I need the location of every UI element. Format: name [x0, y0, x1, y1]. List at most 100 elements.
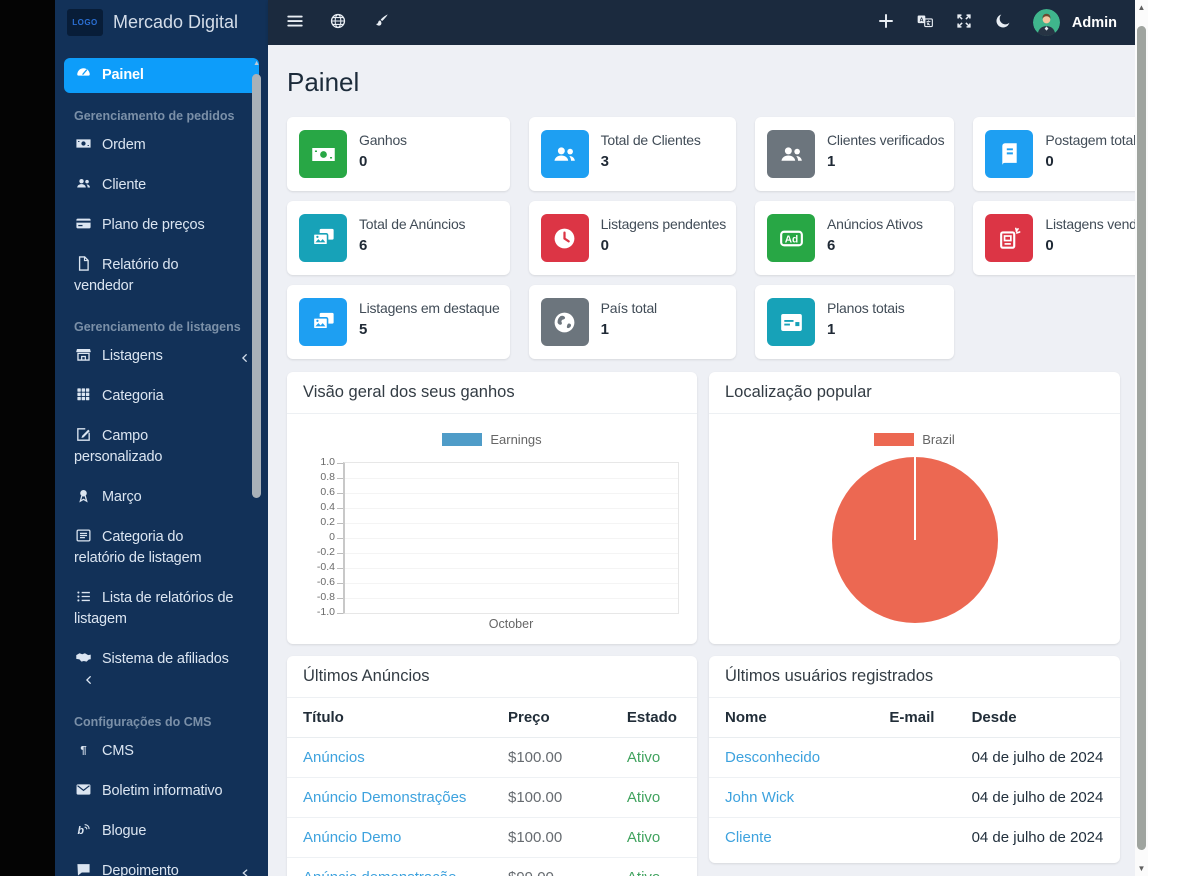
- file-icon: [74, 255, 93, 272]
- svg-text:A: A: [919, 17, 923, 23]
- theme-brush-button[interactable]: [372, 12, 390, 33]
- sidebar-item-ordem[interactable]: Ordem: [64, 128, 259, 163]
- stat-card-label: Listagens em destaque: [359, 300, 500, 316]
- gridline: [345, 598, 678, 599]
- legend-swatch: [442, 433, 482, 446]
- brand[interactable]: LOGO Mercado Digital: [55, 0, 268, 45]
- avatar[interactable]: [1033, 9, 1060, 36]
- translate-button[interactable]: A: [916, 12, 934, 33]
- sidebar-item-depoimento[interactable]: Depoimento: [64, 854, 259, 876]
- stat-cards-grid: Ganhos0Total de Clientes3Clientes verifi…: [287, 117, 1120, 359]
- gridline: [345, 568, 678, 569]
- row-cell: Ativo: [611, 818, 697, 858]
- location-chart-title: Localização popular: [709, 372, 1120, 414]
- sidebar-item-boletim-informativo[interactable]: Boletim informativo: [64, 774, 259, 809]
- charts-row: Visão geral dos seus ganhos Earnings 1.0…: [287, 372, 1120, 644]
- grid-icon: [74, 386, 93, 403]
- language-button[interactable]: [329, 12, 347, 33]
- sidebar-item-categoria[interactable]: Categoria: [64, 379, 259, 414]
- sidebar-scroll-thumb[interactable]: [252, 74, 261, 498]
- main-content: Painel Ganhos0Total de Clientes3Clientes…: [268, 45, 1135, 876]
- sidebar-item-blogue[interactable]: b Blogue: [64, 814, 259, 849]
- sidebar-item-plano-de-precos[interactable]: Plano de preços: [64, 208, 259, 243]
- latest-ads-title: Últimos Anúncios: [287, 656, 697, 698]
- sidebar-section-label: Gerenciamento de listagens: [64, 309, 259, 339]
- sidebar: LOGO Mercado Digital Painel Gerenciamento…: [55, 0, 268, 876]
- sidebar-item-painel[interactable]: Painel: [64, 58, 259, 93]
- svg-text:Ad: Ad: [784, 234, 797, 245]
- sidebar-scroll-up-icon[interactable]: ▲: [253, 60, 260, 67]
- sidebar-item-label: Blogue: [102, 823, 146, 839]
- earnings-legend: Earnings: [287, 414, 697, 447]
- sidebar-item-label: CMS: [102, 743, 134, 759]
- table-row: Anúncios$100.00Ativo: [287, 738, 697, 778]
- row-cell: $100.00: [492, 778, 611, 818]
- sidebar-item-label: Categoria: [102, 388, 164, 404]
- axis-tick: [337, 523, 343, 524]
- sidebar-item-sistema-de-afiliados[interactable]: Sistema de afiliados: [64, 642, 259, 699]
- row-cell: Ativo: [611, 858, 697, 876]
- sidebar-item-marco[interactable]: Março: [64, 480, 259, 515]
- sidebar-section-label: Gerenciamento de pedidos: [64, 98, 259, 128]
- menu-icon: [286, 12, 304, 33]
- add-button[interactable]: [877, 12, 895, 33]
- blog-icon: b: [74, 821, 93, 838]
- row-cell: [873, 738, 955, 778]
- row-link[interactable]: Cliente: [709, 818, 873, 858]
- sidebar-item-cms[interactable]: ¶ CMS: [64, 734, 259, 769]
- stat-card-value: 3: [601, 153, 701, 170]
- stat-card-value: 0: [601, 237, 726, 254]
- images-icon: [299, 214, 347, 262]
- plans-icon: [767, 298, 815, 346]
- y-axis-tick-label: 0: [297, 531, 335, 543]
- user-menu[interactable]: Admin: [1072, 15, 1117, 31]
- scroll-thumb[interactable]: [1137, 26, 1146, 850]
- row-cell: 04 de julho de 2024: [956, 818, 1120, 858]
- sidebar-item-listagens[interactable]: Listagens: [64, 339, 259, 374]
- row-link[interactable]: Desconhecido: [709, 738, 873, 778]
- legend-label: Brazil: [922, 432, 955, 447]
- scroll-up-icon[interactable]: ▲: [1135, 3, 1148, 12]
- fullscreen-button[interactable]: [955, 12, 973, 33]
- table-header-row: NomeE-mailDesde: [709, 698, 1120, 738]
- plot-area: [343, 462, 679, 614]
- menu-toggle-button[interactable]: [286, 12, 304, 33]
- stat-card-clientes-verificados: Clientes verificados1: [755, 117, 954, 191]
- edit-icon: [74, 426, 93, 443]
- row-link[interactable]: Anúncios: [287, 738, 492, 778]
- row-link[interactable]: Anúncio demonstração: [287, 858, 492, 876]
- sidebar-item-label: Sistema de afiliados: [102, 651, 229, 667]
- stat-card-listagens-em-destaque: Listagens em destaque5: [287, 285, 510, 359]
- chevron-left-icon: [240, 349, 250, 370]
- axis-tick: [337, 583, 343, 584]
- axis-tick: [337, 553, 343, 554]
- svg-text:¶: ¶: [80, 745, 86, 757]
- y-axis-tick-label: 0.6: [297, 486, 335, 498]
- table-row: Anúncio Demo$100.00Ativo: [287, 818, 697, 858]
- axis-tick: [337, 598, 343, 599]
- sidebar-item-categoria-do-relatorio-de-listagem[interactable]: Categoria do relatório de listagem: [64, 520, 259, 576]
- y-axis-tick-label: 0.4: [297, 501, 335, 513]
- sidebar-item-label: Listagens: [102, 348, 163, 364]
- sidebar-item-relatorio-do-vendedor[interactable]: Relatório do vendedor: [64, 248, 259, 304]
- sidebar-section-label: Configurações do CMS: [64, 704, 259, 734]
- table-row: Desconhecido04 de julho de 2024: [709, 738, 1120, 778]
- sidebar-item-lista-de-relatorios-de-listagem[interactable]: Lista de relatórios de listagem: [64, 581, 259, 637]
- topbar: A Admin: [268, 0, 1135, 45]
- browser-scrollbar[interactable]: ▲ ▼: [1135, 0, 1148, 876]
- row-link[interactable]: Anúncio Demonstrações: [287, 778, 492, 818]
- chevron-down-icon: [240, 864, 250, 876]
- row-link[interactable]: John Wick: [709, 778, 873, 818]
- scroll-down-icon[interactable]: ▼: [1135, 864, 1148, 873]
- stat-card-value: 1: [827, 321, 905, 338]
- stat-card-anuncios-ativos: AdAnúncios Ativos6: [755, 201, 954, 275]
- location-chart-card: Localização popular Brazil: [709, 372, 1120, 644]
- sidebar-item-cliente[interactable]: Cliente: [64, 168, 259, 203]
- row-cell: [873, 778, 955, 818]
- paint-brush-icon: [372, 12, 390, 33]
- dark-mode-button[interactable]: [994, 12, 1012, 33]
- row-link[interactable]: Anúncio Demo: [287, 818, 492, 858]
- sidebar-item-campo-personalizado[interactable]: Campo personalizado: [64, 419, 259, 475]
- row-cell: Ativo: [611, 738, 697, 778]
- row-cell: $100.00: [492, 818, 611, 858]
